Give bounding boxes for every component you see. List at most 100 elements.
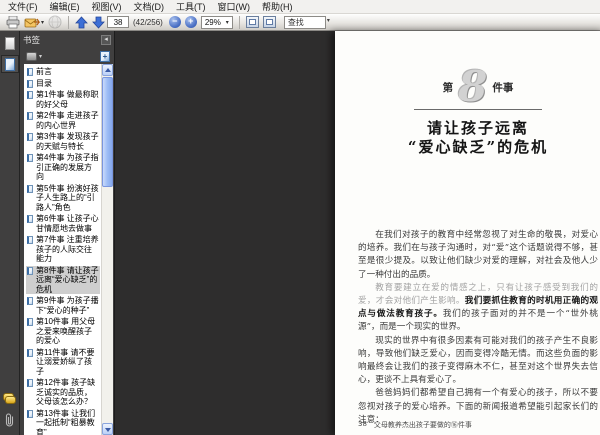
next-page-button[interactable]: [90, 15, 107, 30]
bookmark-item[interactable]: 第5件事 扮演好孩子人生路上的“引路人”角色: [26, 184, 100, 213]
zoom-in-button[interactable]: [185, 16, 197, 28]
triangle-up-icon: [105, 68, 111, 72]
bookmarks-panel-header: 书签: [20, 31, 114, 48]
bookmark-label: 第8件事 请让孩子远离“爱心缺乏”的危机: [36, 266, 99, 295]
printer-icon: [6, 16, 20, 29]
bookmark-item[interactable]: 第6件事 让孩子心甘情愿地去做事: [26, 214, 100, 233]
bookmark-page-icon: [27, 318, 33, 326]
bookmarks-panel: 书签 前言 目录: [20, 31, 115, 435]
bookmark-item[interactable]: 前言: [26, 67, 100, 77]
print-button[interactable]: [4, 15, 22, 30]
bookmark-item[interactable]: 第10件事 用父母之爱来唤醒孩子的爱心: [26, 317, 100, 346]
menu-item[interactable]: 帮助(H): [256, 0, 299, 14]
bookmark-page-icon: [27, 185, 33, 193]
bookmark-options-menu[interactable]: [24, 49, 44, 64]
page-number-input[interactable]: [107, 16, 129, 28]
scroll-up-button[interactable]: [102, 64, 113, 76]
paragraph: 现实的世界中有很多因素有可能对我们的孩子产生不良影响，导致他们缺乏爱心，因而变得…: [358, 335, 598, 388]
menu-item[interactable]: 窗口(W): [212, 0, 257, 14]
toolbar-separator: [239, 16, 240, 29]
bookmark-label: 第13件事 让我们一起抵制“粗暴教育”: [36, 409, 99, 435]
bookmark-page-icon: [27, 349, 33, 357]
fit-page-button[interactable]: [263, 16, 276, 28]
bookmark-page-icon: [27, 68, 33, 76]
menu-item[interactable]: 视图(V): [86, 0, 128, 14]
bookmark-item[interactable]: 第12件事 孩子缺乏诚实的品质，父母该怎么办？: [26, 378, 100, 407]
bookmark-label: 前言: [36, 67, 52, 77]
chapter-heading: 第 8 件事: [358, 67, 598, 107]
collaboration-button-disabled: [46, 15, 64, 30]
bookmark-page-icon: [27, 91, 33, 99]
bookmark-label: 第6件事 让孩子心甘情愿地去做事: [36, 214, 99, 233]
menu-item[interactable]: 工具(T): [170, 0, 212, 14]
footer-page-number: 38: [358, 420, 367, 430]
bookmark-label: 第3件事 发现孩子的天赋与特长: [36, 132, 99, 151]
menu-bar: 文件(F) 编辑(E) 视图(V) 文档(D) 工具(T) 窗口(W) 帮助(H…: [0, 0, 600, 14]
page-title-line1: 请让孩子远离: [358, 119, 598, 138]
expand-current-bookmark-button[interactable]: [100, 51, 110, 62]
page-footer: 38 父母教养杰出孩子要做的⑯件事: [358, 420, 472, 430]
bookmark-page-icon: [27, 80, 33, 88]
find-options-arrow-icon[interactable]: [327, 19, 334, 26]
email-export-button[interactable]: [22, 15, 46, 30]
bookmarks-icon: [5, 58, 15, 71]
triangle-down-icon: [105, 428, 111, 432]
bookmark-item[interactable]: 第8件事 请让孩子远离“爱心缺乏”的危机: [26, 266, 100, 295]
chapter-suffix: 件事: [492, 80, 513, 95]
bookmark-label: 第5件事 扮演好孩子人生路上的“引路人”角色: [36, 184, 99, 213]
bookmark-item[interactable]: 第1件事 做最称职的好父母: [26, 90, 100, 109]
comments-icon: [3, 393, 16, 404]
menu-item[interactable]: 文件(F): [2, 0, 44, 14]
bookmark-page-icon: [27, 133, 33, 141]
previous-page-button[interactable]: [73, 15, 90, 30]
bookmark-label: 第11件事 请不要让溺爱娇纵了孩子: [36, 348, 99, 377]
zoom-out-button[interactable]: [169, 16, 181, 28]
scrollbar-thumb[interactable]: [102, 77, 113, 187]
bookmark-item[interactable]: 第7件事 注重培养孩子的人际交往能力: [26, 235, 100, 264]
fit-width-button[interactable]: [246, 16, 259, 28]
paragraph: 在我们对孩子的教育中经常忽视了对生命的敬畏，对爱心的培养。我们在与孩子沟通时，对…: [358, 229, 598, 282]
bookmark-page-icon: [27, 297, 33, 305]
bookmark-item[interactable]: 第3件事 发现孩子的天赋与特长: [26, 132, 100, 151]
bookmark-page-icon: [27, 379, 33, 387]
paragraph: 教育要建立在爱的情感之上，只有让孩子感受到我们的爱，才会对他们产生影响。我们要抓…: [358, 282, 598, 335]
bookmarks-options-bar: [20, 48, 114, 64]
tab-bookmarks[interactable]: [1, 55, 19, 73]
page-content: 第 8 件事 请让孩子远离 “爱心缺乏”的危机 在我们对孩子的教育中经常忽视了对…: [358, 67, 598, 427]
document-page: 第 8 件事 请让孩子远离 “爱心缺乏”的危机 在我们对孩子的教育中经常忽视了对…: [335, 31, 600, 435]
tab-pages[interactable]: [1, 34, 19, 52]
bookmark-page-icon: [27, 410, 33, 418]
toolbar-separator: [68, 16, 69, 29]
bookmark-label: 第9件事 为孩子播下“爱心的种子”: [36, 296, 99, 315]
bookmark-label: 第7件事 注重培养孩子的人际交往能力: [36, 235, 99, 264]
tab-attachments[interactable]: [1, 411, 19, 429]
menu-item[interactable]: 文档(D): [128, 0, 171, 14]
bookmark-label: 第10件事 用父母之爱来唤醒孩子的爱心: [36, 317, 99, 346]
bookmark-label: 第4件事 为孩子指引正确的发展方向: [36, 153, 99, 182]
document-workspace[interactable]: 第 8 件事 请让孩子远离 “爱心缺乏”的危机 在我们对孩子的教育中经常忽视了对…: [116, 31, 600, 435]
scroll-down-button[interactable]: [102, 423, 113, 435]
bookmark-page-icon: [27, 267, 33, 275]
bookmark-item[interactable]: 目录: [26, 79, 100, 89]
arrow-down-icon: [92, 16, 105, 29]
tab-comments[interactable]: [1, 390, 19, 408]
bookmarks-scrollbar[interactable]: [101, 64, 113, 435]
bookmark-item[interactable]: 第13件事 让我们一起抵制“粗暴教育”: [26, 409, 100, 435]
toolbar: (42/256) 29%: [0, 14, 600, 31]
bookmark-item[interactable]: 第2件事 走进孩子的内心世界: [26, 111, 100, 130]
nav-tab-strip: [0, 31, 20, 435]
find-input[interactable]: [284, 16, 326, 29]
paragraph-text: 在我们对孩子的教育中经常忽视了对生命的敬畏，对爱心的培养。我们在与孩子沟通时，对…: [358, 230, 598, 280]
bookmark-item[interactable]: 第11件事 请不要让溺爱娇纵了孩子: [26, 348, 100, 377]
menu-item[interactable]: 编辑(E): [44, 0, 86, 14]
bookmarks-list: 前言 目录 第1件事 做最称职的好父母 第2件事 走进孩子的内心: [24, 64, 113, 435]
arrow-up-icon: [75, 16, 88, 29]
bookmark-item[interactable]: 第4件事 为孩子指引正确的发展方向: [26, 153, 100, 182]
page-title-line2: “爱心缺乏”的危机: [358, 138, 598, 157]
bookmark-label: 第1件事 做最称职的好父母: [36, 90, 99, 109]
zoom-level-select[interactable]: 29%: [201, 16, 233, 29]
collapse-panel-button[interactable]: [101, 35, 111, 45]
bookmark-item[interactable]: 第9件事 为孩子播下“爱心的种子”: [26, 296, 100, 315]
chapter-number: 8: [458, 67, 487, 107]
globe-icon: [48, 15, 62, 29]
